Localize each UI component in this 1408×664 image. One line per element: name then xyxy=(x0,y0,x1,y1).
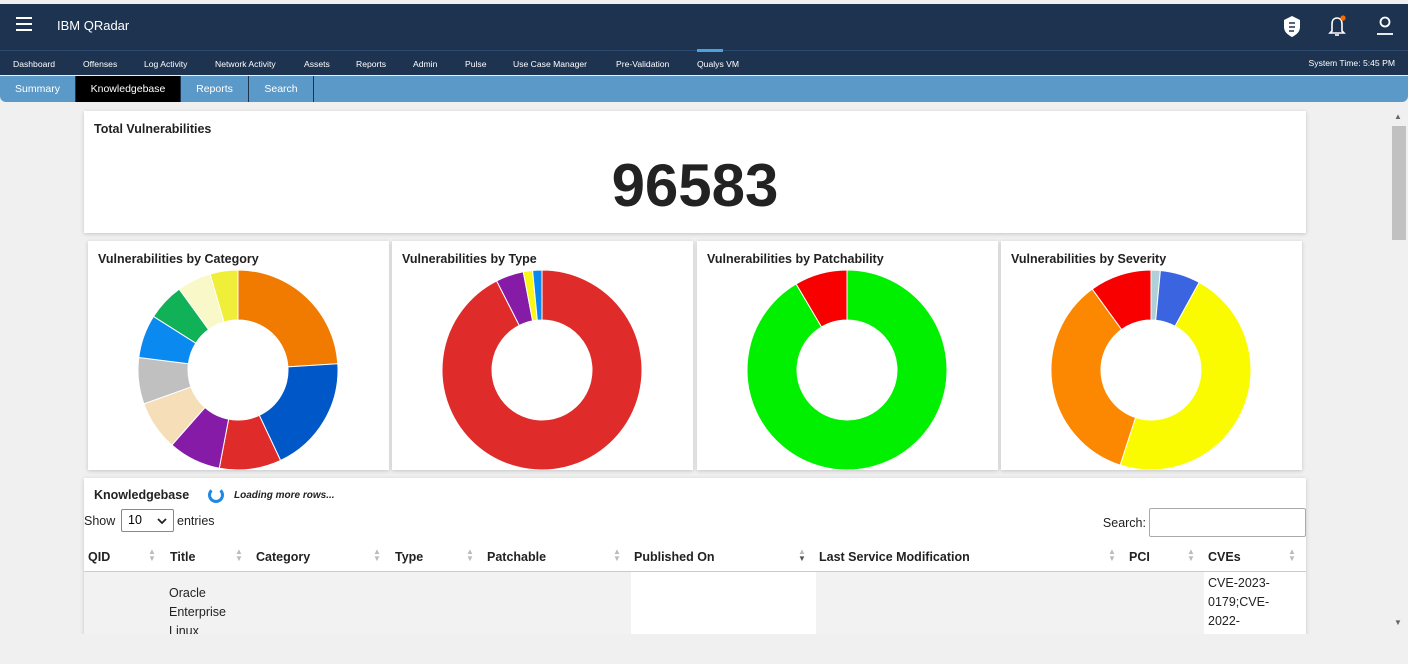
column-published-on[interactable]: Published On xyxy=(634,550,715,564)
loading-spinner-icon xyxy=(208,487,224,503)
table-cell xyxy=(631,572,816,638)
sort-icon[interactable]: ▲ ▼ xyxy=(798,548,806,563)
tab-knowledgebase[interactable]: Knowledgebase xyxy=(76,76,181,102)
show-label: Show xyxy=(84,514,116,528)
nav-assets[interactable]: Assets xyxy=(304,59,330,69)
category-donut-chart[interactable] xyxy=(88,269,389,470)
row-cves: CVE-2023- 0179;CVE- 2022- xyxy=(1208,576,1270,628)
top-bar: IBM QRadar xyxy=(0,4,1408,50)
sort-icon[interactable]: ▲ ▼ xyxy=(235,548,243,563)
scrollbar-thumb[interactable] xyxy=(1392,126,1406,240)
column-last-service-modification[interactable]: Last Service Modification xyxy=(819,550,970,564)
donut-slice-0[interactable] xyxy=(237,269,339,368)
page-footer-area xyxy=(0,634,1408,664)
severity-chart-card: Vulnerabilities by Severity xyxy=(1001,241,1302,470)
loading-text: Loading more rows... xyxy=(234,490,335,501)
table-header: QID ▲ ▼ Title ▲ ▼ Category ▲ ▼ Type ▲ ▼ Patc… xyxy=(84,542,1306,572)
total-vulnerabilities-title: Total Vulnerabilities xyxy=(94,122,212,136)
column-qid[interactable]: QID xyxy=(88,550,110,564)
main-navigation: Dashboard Offenses Log Activity Network … xyxy=(0,49,1408,75)
sort-icon[interactable]: ▲ ▼ xyxy=(1288,548,1296,563)
tab-reports[interactable]: Reports xyxy=(181,76,249,102)
column-type[interactable]: Type xyxy=(395,550,423,564)
column-pci[interactable]: PCI xyxy=(1129,550,1150,564)
type-donut-chart[interactable] xyxy=(392,269,693,470)
severity-chart-title: Vulnerabilities by Severity xyxy=(1011,252,1167,266)
entries-select-value: 10 xyxy=(128,513,142,527)
nav-log-activity[interactable]: Log Activity xyxy=(144,59,187,69)
page-scrollbar[interactable]: ▲ ▼ xyxy=(1390,110,1408,634)
sort-icon[interactable]: ▲ ▼ xyxy=(1187,548,1195,563)
nav-pre-validation[interactable]: Pre-Validation xyxy=(616,59,669,69)
patchability-chart-title: Vulnerabilities by Patchability xyxy=(707,252,884,266)
entries-label: entries xyxy=(177,514,215,528)
sub-navigation: Summary Knowledgebase Reports Search xyxy=(0,76,1408,102)
row-title: Oracle Enterprise Linux xyxy=(169,586,226,638)
system-time: System Time: 5:45 PM xyxy=(1308,58,1395,68)
table-search-input[interactable] xyxy=(1149,508,1306,537)
hamburger-menu-icon[interactable] xyxy=(16,17,32,33)
scroll-down-icon[interactable]: ▼ xyxy=(1394,618,1402,627)
sort-icon[interactable]: ▲ ▼ xyxy=(373,548,381,563)
nav-network-activity[interactable]: Network Activity xyxy=(215,59,276,69)
nav-qualys-vm[interactable]: Qualys VM xyxy=(697,59,739,69)
nav-offenses[interactable]: Offenses xyxy=(83,59,117,69)
category-chart-title: Vulnerabilities by Category xyxy=(98,252,259,266)
active-nav-indicator xyxy=(697,49,723,52)
knowledgebase-card: Knowledgebase Loading more rows... Show … xyxy=(84,478,1306,638)
knowledgebase-title: Knowledgebase xyxy=(94,488,190,502)
notification-bell-icon[interactable] xyxy=(1326,14,1348,38)
category-chart-card: Vulnerabilities by Category xyxy=(88,241,389,470)
app-title: IBM QRadar xyxy=(57,18,130,33)
total-vulnerabilities-card: Total Vulnerabilities 96583 xyxy=(84,111,1306,233)
tab-summary[interactable]: Summary xyxy=(0,76,76,102)
sort-icon[interactable]: ▲ ▼ xyxy=(613,548,621,563)
table-row[interactable]: Oracle Enterprise Linux CVE-2023- 0179;C… xyxy=(84,572,1306,638)
type-chart-card: Vulnerabilities by Type xyxy=(392,241,693,470)
nav-use-case-manager[interactable]: Use Case Manager xyxy=(513,59,587,69)
total-vulnerabilities-value: 96583 xyxy=(611,152,779,219)
patchability-chart-card: Vulnerabilities by Patchability xyxy=(697,241,998,470)
sort-icon[interactable]: ▲ ▼ xyxy=(466,548,474,563)
tab-search[interactable]: Search xyxy=(249,76,314,102)
scroll-up-icon[interactable]: ▲ xyxy=(1394,112,1402,121)
nav-pulse[interactable]: Pulse xyxy=(465,59,487,69)
nav-admin[interactable]: Admin xyxy=(413,59,437,69)
column-cves[interactable]: CVEs xyxy=(1208,550,1241,564)
user-profile-icon[interactable] xyxy=(1374,14,1396,38)
shield-icon[interactable] xyxy=(1281,14,1303,38)
column-category[interactable]: Category xyxy=(256,550,310,564)
entries-select[interactable]: 10 xyxy=(121,509,174,532)
column-patchable[interactable]: Patchable xyxy=(487,550,546,564)
nav-dashboard[interactable]: Dashboard xyxy=(13,59,55,69)
severity-donut-chart[interactable] xyxy=(1001,269,1302,470)
search-label: Search: xyxy=(1102,516,1146,530)
nav-reports[interactable]: Reports xyxy=(356,59,386,69)
patchability-donut-chart[interactable] xyxy=(697,269,998,470)
chevron-down-icon xyxy=(157,518,167,525)
column-title[interactable]: Title xyxy=(170,550,195,564)
sort-icon[interactable]: ▲ ▼ xyxy=(148,548,156,563)
type-chart-title: Vulnerabilities by Type xyxy=(402,252,537,266)
sort-icon[interactable]: ▲ ▼ xyxy=(1108,548,1116,563)
